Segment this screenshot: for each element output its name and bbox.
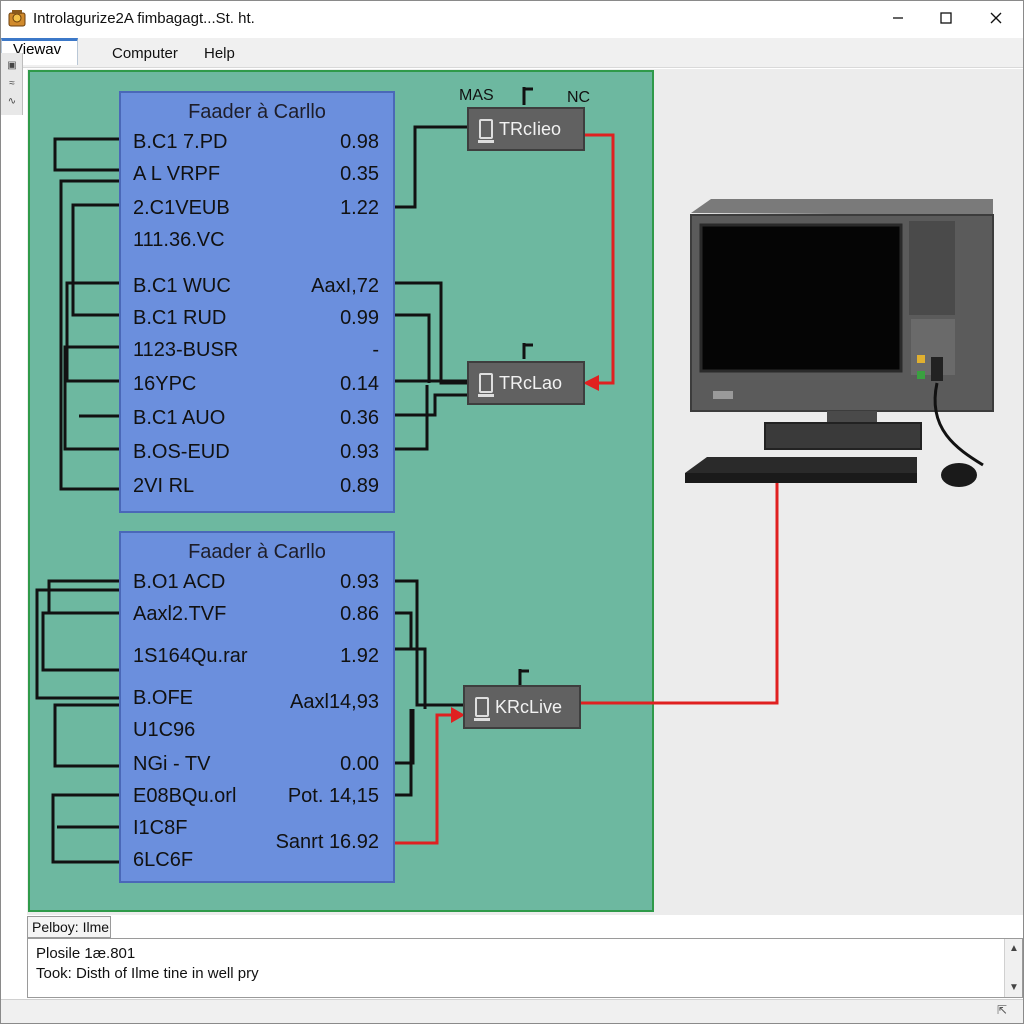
antenna-icon (522, 343, 533, 359)
status-bar: ⇱ (1, 999, 1023, 1023)
minimize-icon (893, 17, 903, 19)
row-value: 0.14 (340, 373, 379, 395)
row-name[interactable]: B.O1 ACD (133, 571, 225, 594)
row-name[interactable]: B.OFE (133, 687, 193, 710)
node-label: KRcLive (495, 696, 563, 717)
row-value: 0.86 (340, 603, 379, 625)
row-name[interactable]: E08BQu.orl (133, 785, 236, 808)
row-value: - (372, 339, 379, 361)
desktop-computer-icon (685, 199, 994, 487)
app-window: Introlagurize2A fimbagagt...St. ht. View… (0, 0, 1024, 1024)
app-icon (8, 10, 26, 27)
output-scrollbar[interactable]: ▲ ▼ (1004, 939, 1022, 997)
row-name[interactable]: 2VI RL (133, 475, 194, 498)
row-value: 0.93 (340, 441, 379, 463)
output-tab-label: Pelboy: Ilme (32, 919, 110, 935)
maximize-icon (940, 12, 952, 24)
row-value: Pot. 14,15 (287, 785, 379, 807)
row-name[interactable]: 16YPC (133, 373, 196, 396)
row-value: 1.92 (340, 645, 379, 667)
node-device-icon (474, 697, 490, 721)
row-value: 0.89 (340, 475, 379, 497)
row-value: 0.99 (340, 307, 379, 329)
close-icon (990, 12, 1002, 24)
row-name[interactable]: B.C1 RUD (133, 307, 226, 330)
antenna-label-left: MAS (459, 87, 494, 104)
antenna-icon (518, 669, 529, 685)
scroll-up-icon[interactable]: ▲ (1005, 943, 1023, 954)
node-trclao[interactable]: TRcLao (467, 361, 585, 405)
fader-panel-2: Faader à Carllo B.O1 ACD 0.93 Aaxl2.TVF … (119, 531, 395, 883)
row-name[interactable]: NGi - TV (133, 753, 210, 776)
node-label: TRcLao (499, 372, 563, 393)
row-name[interactable]: 6LC6F (133, 849, 193, 872)
output-line: Plosile 1æ.801 (36, 945, 136, 962)
panel-title: Faader à Carllo (188, 101, 326, 123)
menu-bar: Viewav Computer Help (1, 38, 1023, 68)
fader-panel-1: Faader à Carllo B.C1 7.PD 0.98 A L VRPF … (119, 91, 395, 513)
wave-tool-icon[interactable]: ∿ (4, 95, 20, 109)
node-label: TRcIieo (499, 118, 562, 139)
row-name[interactable]: U1C96 (133, 719, 195, 742)
output-tab[interactable]: Pelboy: Ilme (27, 916, 111, 938)
row-name[interactable]: B.C1 WUC (133, 275, 231, 298)
output-line: Took: Disth of Ilme tine in well pry (36, 965, 259, 982)
output-panel: Plosile 1æ.801 Took: Disth of Ilme tine … (27, 938, 1023, 998)
row-name[interactable]: 1S164Qu.rar (133, 645, 248, 668)
row-name[interactable]: Aaxl2.TVF (133, 603, 226, 626)
row-name[interactable]: 1123-BUSR (133, 339, 238, 362)
row-name[interactable]: B.C1 AUO (133, 407, 225, 430)
close-button[interactable] (971, 1, 1021, 35)
node-device-icon (478, 373, 494, 397)
maximize-button[interactable] (921, 1, 971, 35)
row-value: 0.35 (340, 163, 379, 185)
row-name[interactable]: 2.C1VEUB (133, 197, 230, 220)
row-value: 0.93 (340, 571, 379, 593)
row-value: 0.98 (340, 131, 379, 153)
row-name[interactable]: 111.36.VC (133, 229, 225, 252)
row-value: 1.22 (340, 197, 379, 219)
row-name[interactable]: A L VRPF (133, 163, 220, 186)
node-device-icon (478, 119, 494, 143)
panel-title: Faader à Carllo (188, 541, 326, 563)
row-name[interactable]: I1C8F (133, 817, 187, 840)
node-trclieo[interactable]: TRcIieo (467, 107, 585, 151)
row-value: Aaxl14,93 (290, 691, 379, 713)
row-value: AaxI,72 (311, 275, 379, 297)
window-title: Introlagurize2A fimbagagt...St. ht. (33, 10, 255, 27)
scroll-down-icon[interactable]: ▼ (1005, 982, 1023, 993)
resize-grip-icon[interactable]: ⇱ (987, 1003, 1017, 1021)
title-bar: Introlagurize2A fimbagagt...St. ht. (1, 1, 1023, 37)
row-value: 0.00 (340, 753, 379, 775)
menu-item-help[interactable]: Help (204, 45, 235, 62)
tool-strip: ▣ ≈ ∿ (1, 53, 23, 115)
pointer-tool-icon[interactable]: ▣ (4, 59, 20, 73)
row-name[interactable]: B.OS-EUD (133, 441, 230, 464)
diagram-canvas: Faader à Carllo B.C1 7.PD 0.98 A L VRPF … (27, 69, 1023, 915)
row-name[interactable]: B.C1 7.PD (133, 131, 227, 154)
antenna-icon (522, 87, 533, 105)
row-value: Sanrt 16.92 (275, 831, 379, 853)
row-value: 0.36 (340, 407, 379, 429)
node-krclive[interactable]: KRcLive (463, 685, 581, 729)
link-tool-icon[interactable]: ≈ (4, 77, 20, 91)
minimize-button[interactable] (873, 1, 923, 35)
menu-item-computer[interactable]: Computer (112, 45, 178, 62)
antenna-label-right: NC (567, 89, 591, 106)
